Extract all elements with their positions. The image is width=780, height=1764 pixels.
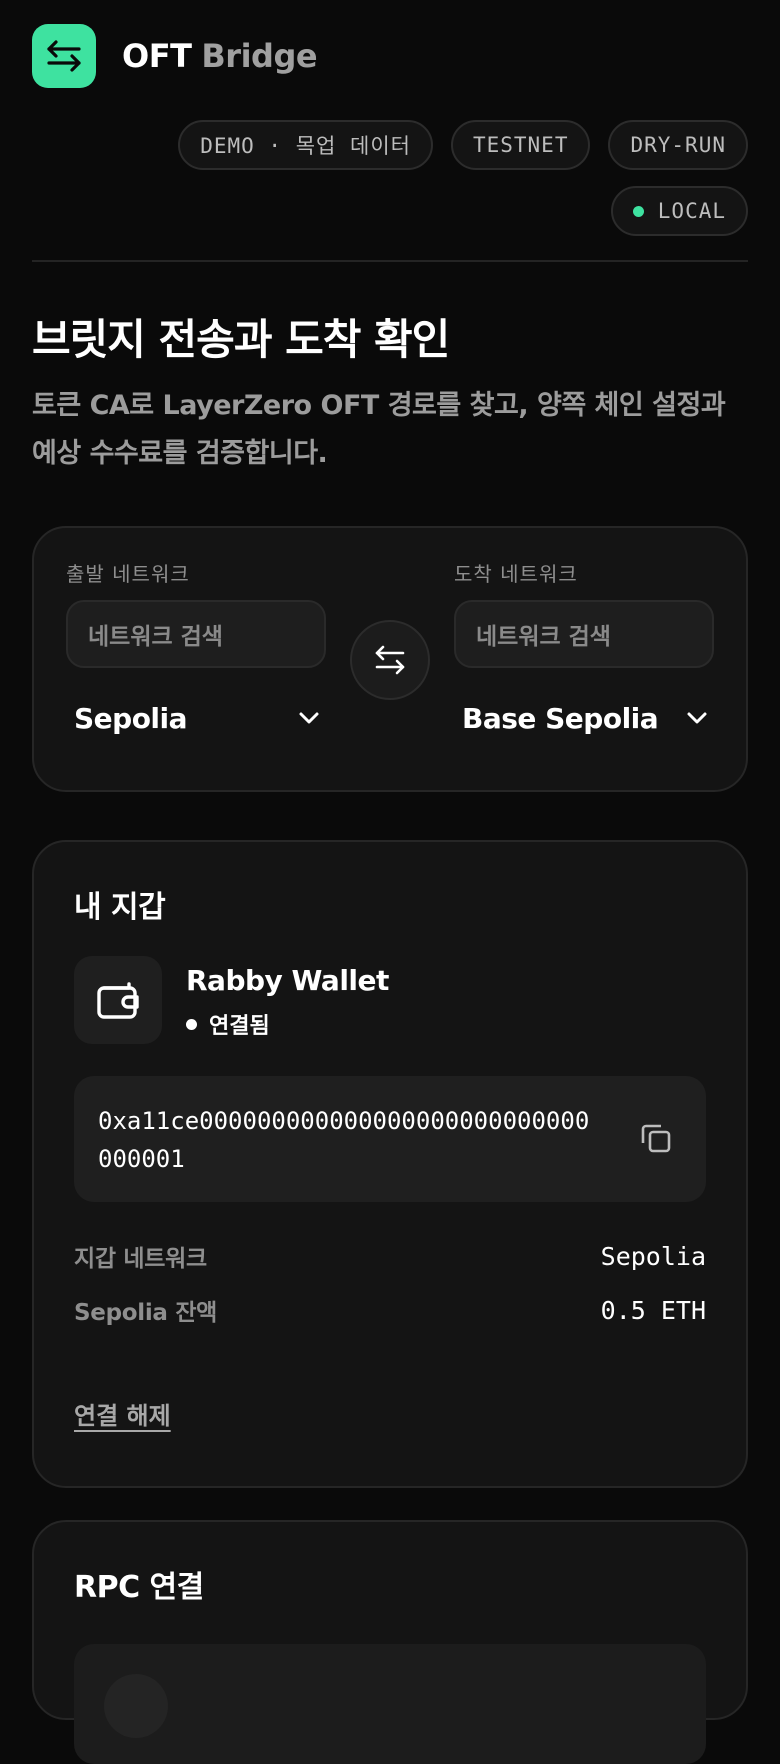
wallet-balance-value: 0.5 ETH [600, 1295, 706, 1325]
wallet-connection-status: 연결됨 [186, 1008, 270, 1040]
connected-dot-icon [186, 1018, 197, 1030]
network-card: 출발 네트워크 네트워크 검색 Sepolia 도착 네트워크 네트워크 검색 … [32, 526, 748, 792]
swap-networks-button[interactable] [350, 620, 430, 700]
chevron-down-icon [687, 712, 707, 724]
rpc-status-box [74, 1644, 706, 1764]
badge-demo: DEMO · 목업 데이터 [178, 120, 433, 170]
source-network-select[interactable]: Sepolia [66, 696, 326, 740]
wallet-balance-label: Sepolia 잔액 [74, 1300, 218, 1326]
wallet-network-value: Sepolia [600, 1241, 706, 1271]
badge-local-label: LOCAL [657, 199, 726, 223]
wallet-network-row: 지갑 네트워크 Sepolia [74, 1238, 706, 1274]
wallet-icon [97, 982, 139, 1019]
wallet-avatar [74, 956, 162, 1044]
source-network-label: 출발 네트워크 [66, 562, 190, 586]
disconnect-wallet-link[interactable]: 연결 해제 [74, 1396, 171, 1431]
badge-demo-label: DEMO · 목업 데이터 [200, 134, 411, 158]
source-search-placeholder: 네트워크 검색 [88, 624, 223, 650]
wallet-status-label: 연결됨 [209, 1014, 270, 1039]
rpc-card-title: RPC 연결 [74, 1570, 204, 1605]
wallet-address-box: 0xa11ce000000000000000000000000000000001 [74, 1076, 706, 1202]
destination-network-label: 도착 네트워크 [454, 562, 578, 586]
badge-dry-run: DRY-RUN [608, 120, 748, 170]
badge-testnet-label: TESTNET [472, 133, 569, 157]
brand-primary: OFT [122, 37, 192, 75]
page-title: 브릿지 전송과 도착 확인 [32, 315, 450, 364]
environment-badges: DEMO · 목업 데이터 TESTNET DRY-RUN LOCAL [148, 120, 748, 236]
wallet-card: 내 지갑 Rabby Wallet 연결됨 0xa11ce00000000000… [32, 840, 748, 1488]
page-subtitle: 토큰 CA로 LayerZero OFT 경로를 찾고, 양쪽 체인 설정과 예… [32, 390, 726, 469]
source-network-search-input[interactable]: 네트워크 검색 [66, 600, 326, 668]
copy-address-button[interactable] [636, 1118, 676, 1158]
chevron-down-icon [299, 712, 319, 724]
wallet-network-label: 지갑 네트워크 [74, 1246, 207, 1272]
badge-dry-run-label: DRY-RUN [630, 133, 726, 157]
copy-icon [641, 1124, 671, 1153]
destination-network-value: Base Sepolia [462, 701, 659, 735]
destination-network-column: 도착 네트워크 네트워크 검색 Base Sepolia [454, 558, 714, 740]
wallet-balance-row: Sepolia 잔액 0.5 ETH [74, 1292, 706, 1328]
brand-secondary: Bridge [201, 37, 318, 75]
swap-arrows-icon [47, 40, 81, 72]
header-divider [32, 260, 748, 262]
destination-search-placeholder: 네트워크 검색 [476, 624, 611, 650]
rpc-status-icon [104, 1674, 168, 1738]
wallet-card-title: 내 지갑 [74, 890, 166, 925]
destination-network-search-input[interactable]: 네트워크 검색 [454, 600, 714, 668]
source-network-column: 출발 네트워크 네트워크 검색 Sepolia [66, 558, 326, 740]
status-dot-icon [632, 205, 644, 217]
rpc-card: RPC 연결 [32, 1520, 748, 1764]
badge-testnet: TESTNET [450, 120, 591, 170]
swap-arrows-icon [375, 645, 405, 675]
wallet-provider-name: Rabby Wallet [186, 964, 389, 997]
destination-network-select[interactable]: Base Sepolia [454, 696, 714, 740]
app-logo[interactable] [32, 24, 96, 88]
brand-title: OFT Bridge [122, 37, 318, 75]
source-network-value: Sepolia [74, 701, 188, 735]
badge-local: LOCAL [610, 186, 748, 236]
app-header: OFT Bridge [32, 24, 748, 88]
wallet-address: 0xa11ce000000000000000000000000000000001 [98, 1107, 590, 1173]
